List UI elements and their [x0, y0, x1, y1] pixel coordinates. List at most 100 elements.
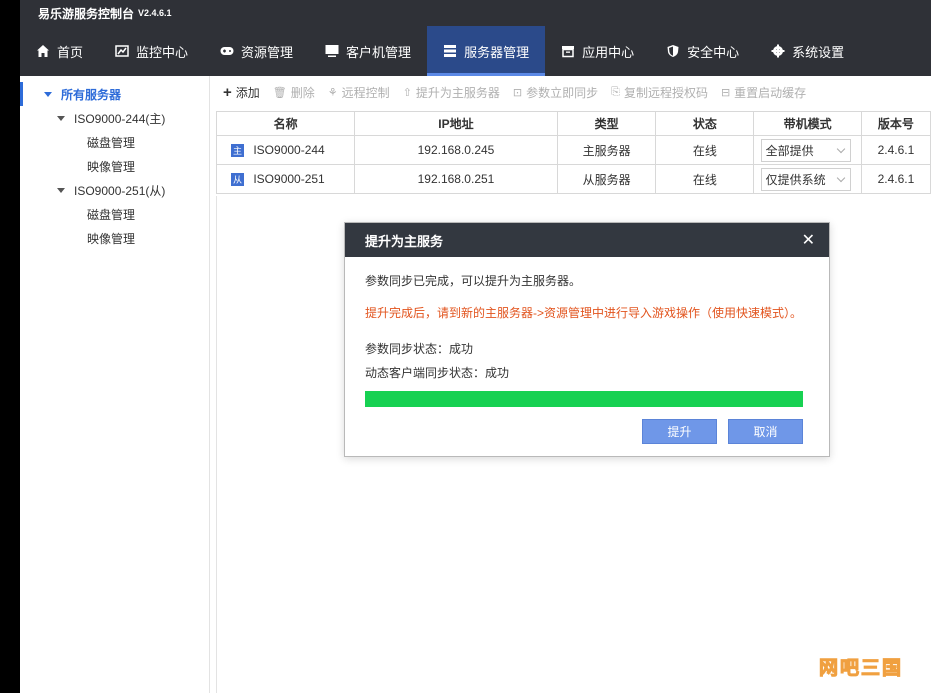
- tree-item-server-251[interactable]: ISO9000-251(从): [20, 178, 209, 202]
- app-title: 易乐游服务控制台: [38, 6, 135, 21]
- reset-cache-label: 重置启动缓存: [734, 85, 807, 100]
- sync-label: 参数立即同步: [526, 85, 599, 100]
- nav-label: 首页: [57, 44, 84, 60]
- server-toolbar: + 添加 🗑 删除 ⚘ 远程控制 ⇧ 提升为主服务器 ⊡ 参数立即同步 ⎘ 复制…: [215, 76, 931, 108]
- nav-settings[interactable]: 系统设置: [755, 26, 860, 76]
- cell-name: 从 ISO9000-251: [215, 164, 356, 194]
- chart-icon: [115, 44, 129, 58]
- cell-version: 2.4.6.1: [860, 135, 931, 165]
- nav-monitor[interactable]: 监控中心: [99, 26, 204, 76]
- nav-resource[interactable]: 资源管理: [204, 26, 309, 76]
- trash-icon: 🗑: [272, 86, 287, 99]
- desktop-edge: [0, 0, 20, 693]
- nav-server[interactable]: 服务器管理: [427, 26, 546, 76]
- dialog-warning: 提升完成后，请到新的主服务器->资源管理中进行导入游戏操作（使用快速模式）。: [365, 306, 803, 320]
- remote-label: 远程控制: [341, 85, 390, 100]
- promote-label: 提升为主服务器: [415, 85, 500, 100]
- nav-app-center[interactable]: 应用中心: [545, 26, 650, 76]
- delete-label: 删除: [290, 85, 315, 100]
- cell-status: 在线: [655, 164, 755, 194]
- cell-version: 2.4.6.1: [860, 164, 931, 194]
- tree-label: 磁盘管理: [87, 207, 136, 222]
- mode-select[interactable]: 全部提供: [760, 138, 851, 162]
- sync-icon: ⊡: [512, 86, 523, 99]
- cell-ip: 192.168.0.251: [354, 164, 558, 194]
- add-button[interactable]: + 添加: [223, 84, 260, 101]
- cell-ip: 192.168.0.245: [354, 135, 558, 165]
- server-name: ISO9000-251: [253, 171, 325, 186]
- table-row[interactable]: 从 ISO9000-251 192.168.0.251 从服务器 在线 仅提供系…: [215, 164, 931, 194]
- cell-type: 主服务器: [556, 135, 657, 165]
- server-icon: [443, 44, 457, 58]
- remote-icon: ⚘: [327, 86, 338, 99]
- promote-confirm-button[interactable]: 提升: [642, 419, 717, 444]
- tree-item-image-251[interactable]: 映像管理: [20, 226, 209, 250]
- dialog-message: 参数同步已完成，可以提升为主服务器。: [365, 274, 582, 288]
- nav-security[interactable]: 安全中心: [650, 26, 755, 76]
- tree-selection-indicator: [20, 82, 23, 106]
- plus-icon: +: [223, 83, 232, 101]
- tree-label: 磁盘管理: [87, 135, 136, 150]
- mode-value: 仅提供系统: [765, 172, 826, 187]
- gear-icon: [771, 44, 785, 58]
- tree-item-image-244[interactable]: 映像管理: [20, 154, 209, 178]
- client-sync-status: 动态客户端同步状态：成功: [365, 366, 510, 380]
- home-icon: [36, 44, 50, 58]
- cell-status: 在线: [655, 135, 755, 165]
- nav-label: 应用中心: [582, 44, 635, 60]
- cell-name: 主 ISO9000-244: [215, 135, 356, 165]
- caret-down-icon[interactable]: [57, 187, 65, 193]
- table-row[interactable]: 主 ISO9000-244 192.168.0.245 主服务器 在线 全部提供: [215, 135, 931, 165]
- cell-mode: 仅提供系统: [753, 164, 862, 194]
- slave-badge: 从: [231, 173, 244, 187]
- nav-label: 服务器管理: [464, 44, 530, 60]
- col-type[interactable]: 类型: [556, 111, 657, 136]
- app-version: V2.4.6.1: [138, 8, 172, 18]
- cell-type: 从服务器: [556, 164, 657, 194]
- shield-icon: [666, 44, 680, 58]
- close-icon[interactable]: ✕: [802, 230, 815, 250]
- col-version[interactable]: 版本号: [860, 111, 931, 136]
- promote-dialog: 提升为主服务 ✕ 参数同步已完成，可以提升为主服务器。 提升完成后，请到新的主服…: [344, 222, 830, 457]
- title-bar: 易乐游服务控制台 V2.4.6.1: [20, 0, 931, 26]
- chevron-down-icon: [836, 144, 845, 153]
- tree-label: 所有服务器: [61, 87, 122, 102]
- param-sync-status: 参数同步状态：成功: [365, 342, 474, 356]
- gamepad-icon: [220, 44, 234, 58]
- nav-label: 安全中心: [687, 44, 740, 60]
- dialog-buttons: 提升 取消: [642, 419, 803, 444]
- sync-button[interactable]: ⊡ 参数立即同步: [513, 84, 598, 101]
- chevron-down-icon: [836, 173, 845, 182]
- nav-label: 客户机管理: [346, 44, 412, 60]
- col-name[interactable]: 名称: [215, 111, 356, 136]
- copy-auth-button[interactable]: ⎘ 复制远程授权码: [611, 84, 708, 101]
- col-ip[interactable]: IP地址: [354, 111, 558, 136]
- caret-down-icon[interactable]: [44, 91, 52, 97]
- sync-progress-bar: [365, 391, 803, 407]
- mode-select[interactable]: 仅提供系统: [760, 167, 851, 191]
- col-status[interactable]: 状态: [655, 111, 755, 136]
- nav-label: 系统设置: [792, 44, 845, 60]
- tree-item-disk-244[interactable]: 磁盘管理: [20, 130, 209, 154]
- nav-client[interactable]: 客户机管理: [309, 26, 427, 76]
- box-icon: [561, 44, 575, 58]
- promote-button[interactable]: ⇧ 提升为主服务器: [403, 84, 500, 101]
- add-label: 添加: [235, 85, 260, 100]
- copy-auth-label: 复制远程授权码: [623, 85, 708, 100]
- master-badge: 主: [231, 144, 244, 158]
- tree-item-all-servers[interactable]: 所有服务器: [20, 82, 209, 106]
- remote-control-button[interactable]: ⚘ 远程控制: [328, 84, 390, 101]
- cancel-button[interactable]: 取消: [728, 419, 803, 444]
- server-table: 名称 IP地址 类型 状态 带机模式 版本号 主 ISO9000-244 192…: [215, 111, 931, 194]
- monitor-icon: [325, 44, 339, 58]
- delete-button[interactable]: 🗑 删除: [273, 84, 315, 101]
- tree-item-server-244[interactable]: ISO9000-244(主): [20, 106, 209, 130]
- tree-label: ISO9000-244(主): [74, 111, 166, 126]
- tree-item-disk-251[interactable]: 磁盘管理: [20, 202, 209, 226]
- reset-cache-button[interactable]: ⊟ 重置启动缓存: [721, 84, 806, 101]
- main-nav: 首页 监控中心 资源管理 客户机管理 服务器管理 应用中心 安全中心 系统设置: [20, 26, 931, 76]
- col-mode[interactable]: 带机模式: [753, 111, 862, 136]
- caret-down-icon[interactable]: [57, 115, 65, 121]
- dialog-header: 提升为主服务 ✕: [345, 223, 829, 257]
- nav-home[interactable]: 首页: [20, 26, 99, 76]
